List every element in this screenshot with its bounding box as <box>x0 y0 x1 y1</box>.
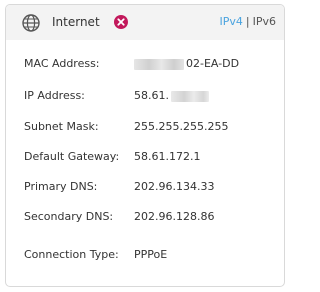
secondary-dns-label: Secondary DNS: <box>24 210 114 223</box>
subnet-mask-value: 255.255.255.255 <box>134 120 229 133</box>
card-title: Internet <box>52 15 100 29</box>
redacted-blur <box>171 90 209 102</box>
primary-dns-value: 202.96.134.33 <box>134 180 215 193</box>
card-header: Internet IPv4 | IPv6 <box>6 5 284 40</box>
primary-dns-label: Primary DNS: <box>24 180 98 193</box>
tab-separator: | <box>245 15 250 28</box>
globe-icon <box>22 14 40 32</box>
ip-address-visible: 58.61. <box>134 89 169 102</box>
mac-address-label: MAC Address: <box>24 57 100 70</box>
mac-address-visible: 02-EA-DD <box>186 57 240 70</box>
connection-type-label: Connection Type: <box>24 248 119 261</box>
default-gateway-value: 58.61.172.1 <box>134 150 201 163</box>
ip-address-value: 58.61. <box>134 89 209 103</box>
default-gateway-label: Default Gateway: <box>24 150 120 163</box>
ip-address-label: IP Address: <box>24 89 85 102</box>
tab-ipv4[interactable]: IPv4 <box>220 15 243 28</box>
internet-status-card: Internet IPv4 | IPv6 MAC Address: 02-EA-DD… <box>5 4 285 287</box>
secondary-dns-value: 202.96.128.86 <box>134 210 215 223</box>
connection-type-value: PPPoE <box>134 248 168 261</box>
subnet-mask-label: Subnet Mask: <box>24 120 99 133</box>
error-x-icon <box>114 15 128 29</box>
redacted-blur <box>134 58 184 70</box>
tab-ipv6[interactable]: IPv6 <box>253 15 276 28</box>
ip-version-switch: IPv4 | IPv6 <box>220 15 277 29</box>
mac-address-value: 02-EA-DD <box>134 57 239 71</box>
